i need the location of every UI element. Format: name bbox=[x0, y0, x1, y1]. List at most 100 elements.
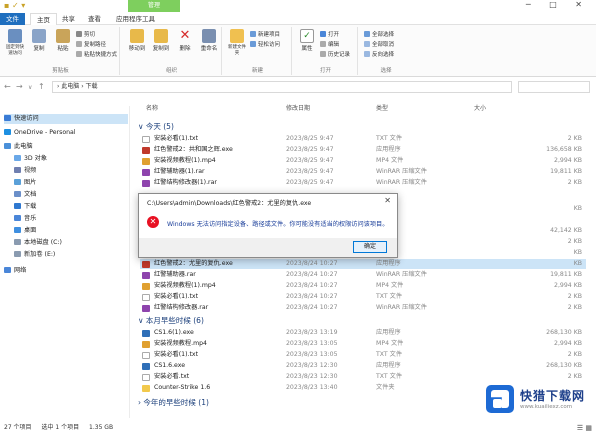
nav-item-this-pc[interactable]: 此电脑 bbox=[4, 142, 33, 152]
rename-button[interactable]: 重命名 bbox=[198, 29, 220, 52]
nav-item-drive-e[interactable]: 新加卷 (E:) bbox=[14, 250, 55, 260]
details-view-icon[interactable]: ☰ bbox=[577, 424, 583, 432]
ribbon: 固定到快速访问 复制 粘贴 剪切 复制路径 粘贴快捷方式 剪贴板 移动到 复制到… bbox=[0, 25, 596, 77]
text-file-icon bbox=[142, 294, 150, 301]
new-item-button[interactable]: 新建项目 bbox=[250, 31, 280, 39]
archive-file-icon bbox=[142, 305, 150, 312]
paste-icon bbox=[56, 29, 70, 43]
file-row[interactable]: 安装必看(1).txt 2023/8/23 13:05 TXT 文件 2 KB bbox=[140, 350, 586, 360]
column-header-size[interactable]: 大小 bbox=[474, 104, 486, 114]
history-button[interactable]: 历史记录 bbox=[320, 51, 350, 59]
chevron-down-icon[interactable]: ∨ bbox=[28, 84, 32, 91]
group-organize: 移动到 复制到 ✕ 删除 重命名 组织 bbox=[122, 27, 222, 75]
move-to-button[interactable]: 移动到 bbox=[126, 29, 148, 52]
file-row[interactable]: 安装必看(1).txt 2023/8/24 10:27 TXT 文件 2 KB bbox=[140, 292, 586, 302]
delete-button[interactable]: ✕ 删除 bbox=[174, 29, 196, 53]
group-header-earlier-month[interactable]: ∨ 本月早些时候 (6) bbox=[138, 316, 204, 326]
nav-item-downloads[interactable]: 下载 bbox=[14, 202, 36, 212]
copy-to-button[interactable]: 复制到 bbox=[150, 29, 172, 52]
group-open: ✓ 属性 打开 编辑 历史记录 打开 bbox=[294, 27, 358, 75]
nav-item-drive-c[interactable]: 本地磁盘 (C:) bbox=[14, 238, 62, 248]
close-icon[interactable]: ✕ bbox=[384, 196, 391, 205]
status-bar: 27 个项目 选中 1 个项目 1.35 GB bbox=[0, 422, 596, 434]
nav-item-music[interactable]: 音乐 bbox=[14, 214, 36, 224]
file-row[interactable]: 安装视频教程(1).mp4 2023/8/25 9:47 MP4 文件 2,994 K… bbox=[140, 156, 586, 166]
file-row[interactable]: 红警结构修改器(1).rar 2023/8/25 9:47 WinRAR 压缩文件 2… bbox=[140, 178, 586, 188]
exe-file-icon bbox=[142, 363, 150, 370]
file-row[interactable]: 安装必看.txt 2023/8/23 12:30 TXT 文件 2 KB bbox=[140, 372, 586, 382]
view-toggle[interactable]: ☰ ▦ bbox=[577, 424, 592, 432]
window-controls[interactable]: ─ □ ✕ bbox=[526, 0, 590, 9]
select-all-button[interactable]: 全部选择 bbox=[364, 31, 394, 39]
file-row[interactable]: 安装必看(1).txt 2023/8/25 9:47 TXT 文件 2 KB bbox=[140, 134, 586, 144]
column-header-date[interactable]: 修改日期 bbox=[286, 104, 310, 114]
forward-arrow-icon[interactable]: → bbox=[16, 82, 23, 91]
item-count: 27 个项目 bbox=[4, 424, 32, 431]
select-none-button[interactable]: 全部取消 bbox=[364, 41, 394, 49]
group-header-today[interactable]: ∨ 今天 (5) bbox=[138, 122, 174, 132]
error-icon: ✕ bbox=[147, 216, 159, 228]
logo-name: 快猎下载网 bbox=[520, 389, 586, 403]
file-row-selected[interactable]: 红色警戒2：尤里的复仇.exe 2023/8/24 10:27 应用程序 KB bbox=[140, 259, 586, 269]
ok-button[interactable]: 确定 bbox=[353, 241, 387, 253]
breadcrumb[interactable]: › 此电脑 › 下载 bbox=[57, 83, 98, 90]
address-input[interactable]: › 此电脑 › 下载 bbox=[52, 81, 512, 93]
search-input[interactable] bbox=[518, 81, 590, 93]
copy-icon bbox=[32, 29, 46, 43]
properties-button[interactable]: ✓ 属性 bbox=[296, 29, 318, 52]
nav-item-documents[interactable]: 文档 bbox=[14, 190, 36, 200]
group-header-earlier-year[interactable]: › 今年的早些时候 (1) bbox=[138, 398, 209, 408]
paste-shortcut-button[interactable]: 粘贴快捷方式 bbox=[76, 51, 117, 59]
selected-count: 选中 1 个项目 bbox=[41, 424, 80, 431]
text-file-icon bbox=[142, 374, 150, 381]
up-arrow-icon[interactable]: ↑ bbox=[38, 82, 45, 91]
column-header-name[interactable]: 名称 bbox=[146, 104, 158, 114]
file-row[interactable]: 红警辅助器(1).rar 2023/8/25 9:47 WinRAR 压缩文件 19,… bbox=[140, 167, 586, 177]
tab-app-tools[interactable]: 应用程序工具 bbox=[110, 13, 161, 25]
copy-button[interactable]: 复制 bbox=[28, 29, 50, 52]
file-row[interactable]: 安装视频教程.mp4 2023/8/23 13:05 MP4 文件 2,994 KB bbox=[140, 339, 586, 349]
open-icon bbox=[320, 31, 326, 37]
picture-icon bbox=[14, 179, 21, 185]
tab-file[interactable]: 文件 bbox=[0, 13, 25, 25]
back-arrow-icon[interactable]: ← bbox=[4, 82, 11, 91]
nav-item-pictures[interactable]: 图片 bbox=[14, 178, 36, 188]
paste-button[interactable]: 粘贴 bbox=[52, 29, 74, 52]
tab-share[interactable]: 共享 bbox=[56, 13, 81, 25]
folder-icon[interactable]: ▪ ✓ ▾ bbox=[4, 1, 25, 10]
path-icon bbox=[76, 41, 82, 47]
desktop-icon bbox=[14, 227, 21, 233]
pin-button[interactable]: 固定到快速访问 bbox=[4, 29, 26, 56]
navigation-pane: 快速访问 OneDrive - Personal 此电脑 3D 对象 视频 图片… bbox=[0, 106, 130, 418]
file-row[interactable]: 红色警戒2：共和国之辉.exe 2023/8/25 9:47 应用程序 136,658… bbox=[140, 145, 586, 155]
nav-item-videos[interactable]: 视频 bbox=[14, 166, 36, 176]
nav-item-3d-objects[interactable]: 3D 对象 bbox=[14, 154, 47, 164]
open-button[interactable]: 打开 bbox=[320, 31, 339, 39]
file-row[interactable]: 红警结构修改器.rar 2023/8/24 10:27 WinRAR 压缩文件 2 K… bbox=[140, 303, 586, 313]
file-row[interactable]: 安装视频教程(1).mp4 2023/8/24 10:27 MP4 文件 2,994 … bbox=[140, 281, 586, 291]
tiles-view-icon[interactable]: ▦ bbox=[585, 424, 592, 432]
invert-selection-button[interactable]: 反向选择 bbox=[364, 51, 394, 59]
nav-item-desktop[interactable]: 桌面 bbox=[14, 226, 36, 236]
file-row[interactable]: 红警辅助器.rar 2023/8/24 10:27 WinRAR 压缩文件 19,81… bbox=[140, 270, 586, 280]
tab-view[interactable]: 查看 bbox=[82, 13, 107, 25]
tab-home[interactable]: 主页 bbox=[30, 13, 57, 25]
column-header-type[interactable]: 类型 bbox=[376, 104, 388, 114]
copy-path-button[interactable]: 复制路径 bbox=[76, 41, 106, 49]
nav-item-onedrive[interactable]: OneDrive - Personal bbox=[4, 128, 76, 138]
group-label: 选择 bbox=[380, 68, 392, 74]
file-row[interactable]: CS1.6(1).exe 2023/8/23 13:19 应用程序 268,130 K… bbox=[140, 328, 586, 338]
edit-button[interactable]: 编辑 bbox=[320, 41, 339, 49]
context-tab-manage[interactable]: 管理 bbox=[128, 0, 180, 12]
exe-file-icon bbox=[142, 261, 150, 268]
select-none-icon bbox=[364, 41, 370, 47]
nav-item-network[interactable]: 网络 bbox=[4, 266, 26, 276]
new-folder-button[interactable]: 新建文件夹 bbox=[226, 29, 248, 56]
text-file-icon bbox=[142, 352, 150, 359]
file-row[interactable]: CS1.6.exe 2023/8/23 12:30 应用程序 268,130 KB bbox=[140, 361, 586, 371]
nav-item-quick-access[interactable]: 快速访问 bbox=[4, 114, 128, 124]
easy-access-button[interactable]: 轻松访问 bbox=[250, 41, 280, 49]
new-item-icon bbox=[250, 31, 256, 37]
selected-size: 1.35 GB bbox=[89, 424, 114, 431]
cut-button[interactable]: 剪切 bbox=[76, 31, 95, 39]
